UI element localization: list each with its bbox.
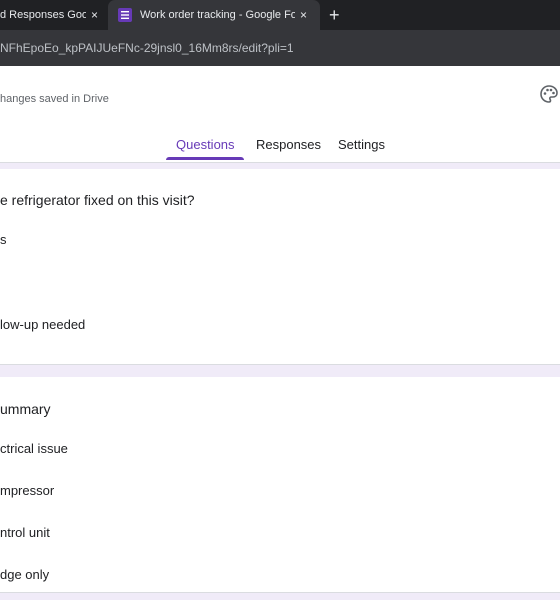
browser-tab-responses[interactable]: d Responses Goo × [0,0,108,30]
question-card[interactable]: ummary ctrical issue mpressor ntrol unit… [0,377,560,593]
tab-questions[interactable]: Questions [176,137,235,152]
close-tab-icon[interactable]: × [91,8,98,22]
address-bar[interactable]: NFhEpoEo_kpPAIJUeFNc-29jnsl0_16Mm8rs/edi… [0,30,560,66]
tab-settings[interactable]: Settings [338,137,385,152]
option-label[interactable]: dge only [0,567,49,582]
browser-tab-work-order[interactable]: Work order tracking - Google For × [108,0,320,30]
question-title[interactable]: e refrigerator fixed on this visit? [0,192,195,208]
option-label[interactable]: low-up needed [0,317,85,332]
active-tab-indicator [166,157,244,160]
url-text[interactable]: NFhEpoEo_kpPAIJUeFNc-29jnsl0_16Mm8rs/edi… [0,41,294,55]
google-forms-icon [118,8,132,22]
save-status: hanges saved in Drive [0,93,109,105]
tab-responses[interactable]: Responses [256,137,321,152]
form-header: hanges saved in Drive Questions Response… [0,66,560,163]
browser-tab-bar: d Responses Goo × Work order tracking - … [0,0,560,30]
option-label[interactable]: mpressor [0,483,54,498]
close-tab-icon[interactable]: × [300,8,307,22]
question-card[interactable]: e refrigerator fixed on this visit? s lo… [0,169,560,365]
option-label[interactable]: s [0,232,7,247]
question-title[interactable]: ummary [0,401,51,417]
tab-title: Work order tracking - Google For [140,9,295,21]
tab-title: d Responses Goo [0,9,86,21]
palette-icon[interactable] [539,84,559,109]
option-label[interactable]: ctrical issue [0,441,68,456]
new-tab-button[interactable]: + [329,4,340,26]
option-label[interactable]: ntrol unit [0,525,50,540]
